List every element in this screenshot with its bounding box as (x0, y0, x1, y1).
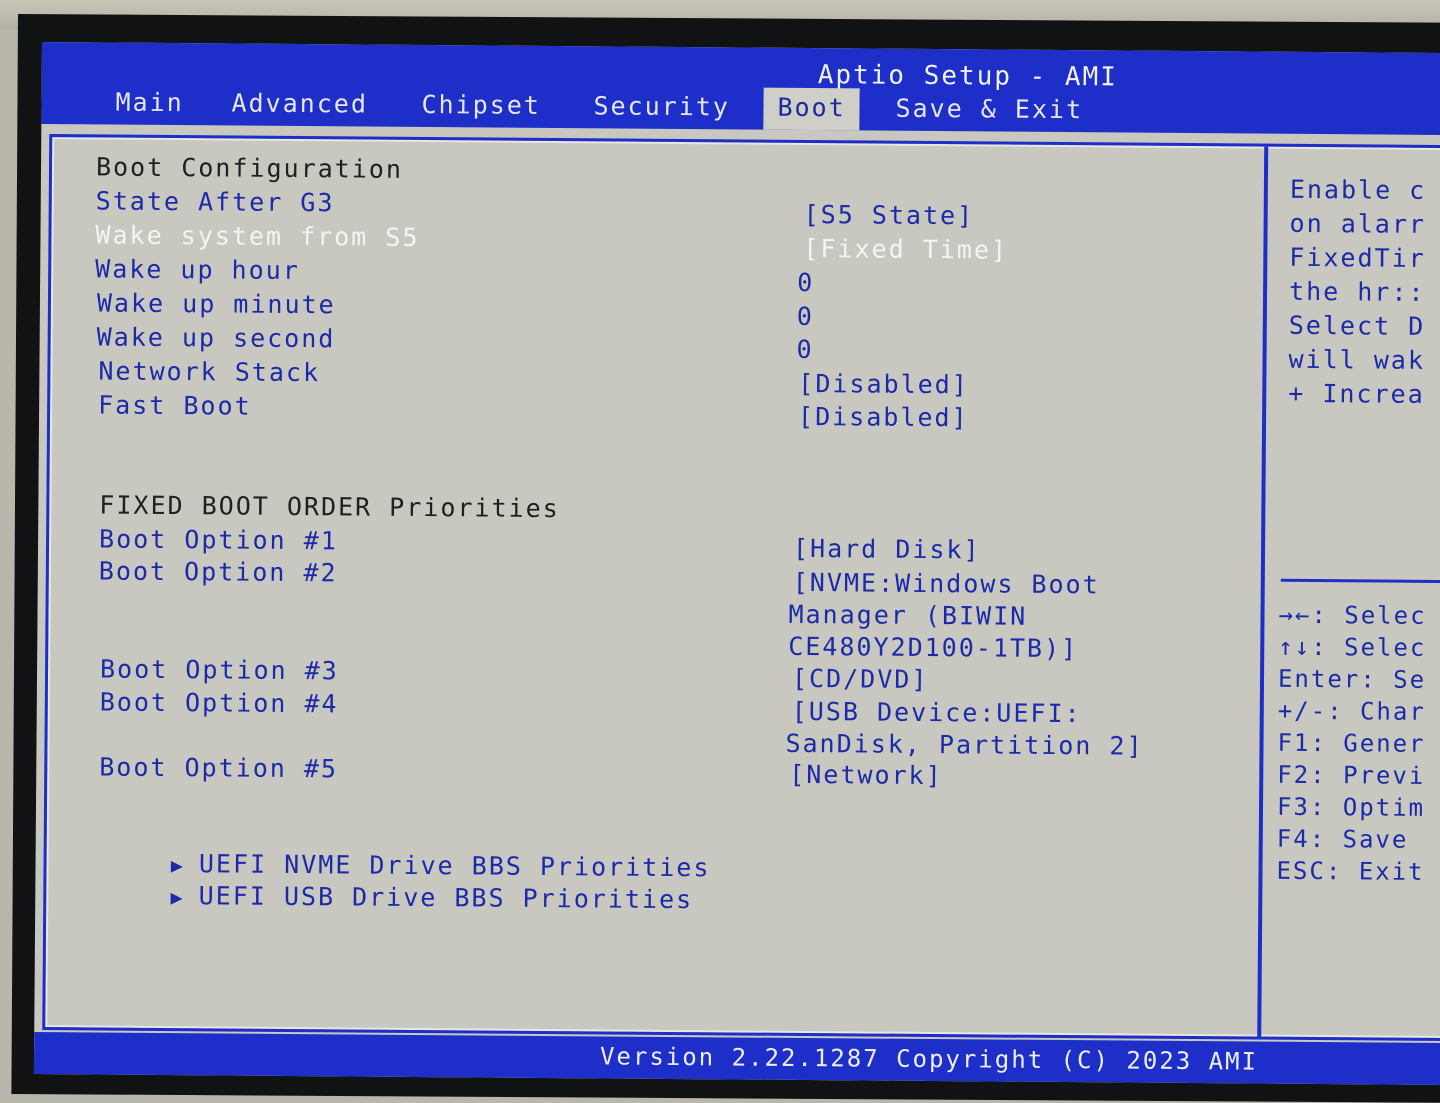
submenu-uefi-usb-bbs[interactable]: ▶ UEFI USB Drive BBS Priorities (68, 847, 694, 949)
submenu-uefi-usb-bbs-label: UEFI USB Drive BBS Priorities (198, 881, 694, 915)
setting-label-fast-boot[interactable]: Fast Boot (98, 389, 252, 422)
setting-value-wake-system-from-s5[interactable]: [Fixed Time] (803, 233, 1008, 267)
key-hint-change: +/-: Char (1277, 696, 1426, 726)
setting-label-wake-up-hour[interactable]: Wake up hour (95, 253, 300, 287)
bios-screen: Aptio Setup - AMI Main Advanced Chipset … (33, 42, 1440, 1086)
section-title-fixed-boot-order: FIXED BOOT ORDER Priorities (99, 490, 560, 524)
help-line-2: on alarr (1289, 208, 1427, 239)
key-hint-f4: F4: Save (1276, 824, 1425, 854)
tab-boot[interactable]: Boot (763, 87, 860, 131)
setting-label-state-after-g3[interactable]: State After G3 (96, 185, 335, 219)
main-panel: Boot Configuration State After G3 [S5 St… (42, 134, 1440, 1042)
tab-bar: Main Advanced Chipset Security Boot Save… (41, 82, 1440, 135)
help-line-6: will wak (1288, 344, 1426, 375)
key-hint-select-screen: →←: Selec (1278, 600, 1427, 630)
boot-option-4-label[interactable]: Boot Option #4 (100, 686, 339, 720)
setting-value-wake-up-minute[interactable]: 0 (797, 301, 814, 333)
setting-value-fast-boot[interactable]: [Disabled] (798, 401, 969, 434)
help-line-7: + Increa (1288, 378, 1425, 409)
setting-label-wake-system-from-s5[interactable]: Wake system from S5 (95, 219, 419, 254)
tab-security[interactable]: Security (585, 86, 738, 129)
setting-value-state-after-g3[interactable]: [S5 State] (804, 199, 975, 232)
boot-option-5-value[interactable]: [Network] (789, 759, 943, 792)
help-divider (1280, 578, 1440, 584)
triangle-right-icon: ▶ (170, 885, 185, 910)
help-line-3: FixedTir (1289, 242, 1426, 273)
help-line-1: Enable c (1289, 174, 1427, 205)
help-line-5: Select D (1288, 310, 1426, 341)
boot-option-1-value[interactable]: [Hard Disk] (793, 533, 981, 566)
key-hint-enter: Enter: Se (1277, 664, 1427, 694)
setting-value-wake-up-hour[interactable]: 0 (797, 267, 814, 299)
boot-option-5-label[interactable]: Boot Option #5 (99, 751, 338, 785)
boot-option-2-value-line-1[interactable]: [NVME:Windows Boot (793, 567, 1100, 601)
boot-option-4-value-line-1[interactable]: [USB Device:UEFI: (792, 696, 1082, 730)
setting-label-wake-up-second[interactable]: Wake up second (97, 321, 336, 355)
setting-label-network-stack[interactable]: Network Stack (98, 355, 320, 389)
boot-option-2-value-line-3[interactable]: CE480Y2D100-1TB)] (788, 631, 1078, 665)
boot-option-1-label[interactable]: Boot Option #1 (99, 523, 338, 557)
boot-option-2-value-line-2[interactable]: Manager (BIWIN (788, 599, 1027, 633)
tab-main[interactable]: Main (107, 83, 192, 126)
boot-option-2-label[interactable]: Boot Option #2 (99, 555, 338, 589)
key-hint-esc: ESC: Exit (1276, 856, 1425, 886)
setting-value-wake-up-second[interactable]: 0 (796, 334, 813, 366)
key-hint-f3: F3: Optim (1276, 792, 1426, 822)
help-line-4: the hr:: (1288, 276, 1426, 307)
key-hint-select-item: ↑↓: Selec (1278, 632, 1427, 662)
tab-save-exit[interactable]: Save & Exit (887, 89, 1091, 133)
section-title-boot-configuration: Boot Configuration (95, 152, 404, 184)
boot-option-3-value[interactable]: [CD/DVD] (792, 663, 929, 696)
key-hint-f2: F2: Previ (1277, 760, 1426, 790)
boot-option-3-label[interactable]: Boot Option #3 (100, 653, 339, 687)
tab-chipset[interactable]: Chipset (413, 85, 549, 128)
boot-option-4-value-line-2[interactable]: SanDisk, Partition 2] (785, 728, 1143, 763)
version-text: Version 2.22.1287 Copyright (C) 2023 AMI (599, 1042, 1259, 1076)
setting-label-wake-up-minute[interactable]: Wake up minute (97, 287, 336, 321)
setting-value-network-stack[interactable]: [Disabled] (798, 368, 969, 401)
top-bar: Aptio Setup - AMI Main Advanced Chipset … (41, 42, 1440, 136)
panel-divider (1257, 146, 1269, 1037)
key-hint-f1: F1: Gener (1277, 728, 1426, 758)
tab-advanced[interactable]: Advanced (223, 83, 376, 126)
